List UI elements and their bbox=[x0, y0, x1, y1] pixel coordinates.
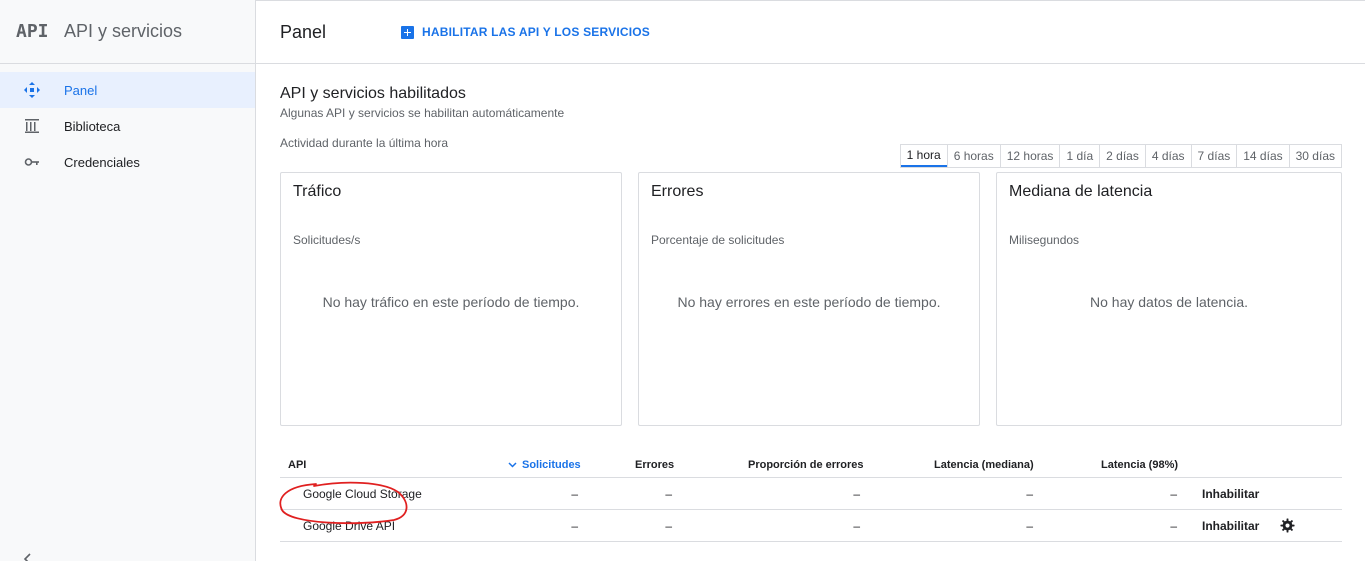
sidebar-header: API API y servicios bbox=[0, 0, 255, 64]
column-header-requests[interactable]: Solicitudes bbox=[508, 459, 581, 471]
card-subtitle: Milisegundos bbox=[1009, 233, 1080, 247]
card-title: Mediana de latencia bbox=[1009, 183, 1153, 200]
key-icon bbox=[24, 154, 40, 170]
library-icon bbox=[24, 118, 40, 134]
api-logo: API bbox=[16, 21, 49, 42]
column-header-api[interactable]: API bbox=[288, 459, 306, 471]
table-header: API Solicitudes Errores Proporción de er… bbox=[280, 456, 1342, 478]
latency-98-value: – bbox=[1170, 487, 1177, 501]
sort-desc-icon bbox=[508, 462, 517, 468]
disable-button[interactable]: Inhabilitar bbox=[1202, 519, 1259, 533]
range-2d-button[interactable]: 2 días bbox=[1099, 145, 1145, 167]
sidebar-item-panel[interactable]: Panel bbox=[0, 72, 255, 108]
latency-98-value: – bbox=[1170, 519, 1177, 533]
range-1d-button[interactable]: 1 día bbox=[1059, 145, 1099, 167]
section-subtitle: Algunas API y servicios se habilitan aut… bbox=[280, 106, 565, 120]
section-title: API y servicios habilitados bbox=[280, 85, 466, 102]
dashboard-icon bbox=[24, 82, 40, 98]
column-header-latency-98[interactable]: Latencia (98%) bbox=[1101, 459, 1178, 471]
main-content: API y servicios habilitados Algunas API … bbox=[279, 64, 1342, 542]
page-title: Panel bbox=[280, 21, 327, 42]
sidebar-item-label: Biblioteca bbox=[64, 118, 121, 134]
range-6h-button[interactable]: 6 horas bbox=[946, 145, 1000, 167]
card-title: Errores bbox=[651, 183, 704, 200]
errors-card: Errores Porcentaje de solicitudes No hay… bbox=[638, 172, 980, 426]
sidebar-item-biblioteca[interactable]: Biblioteca bbox=[0, 108, 255, 144]
card-subtitle: Solicitudes/s bbox=[293, 233, 361, 247]
enable-apis-button[interactable]: HABILITAR LAS API Y LOS SERVICIOS bbox=[401, 25, 650, 39]
card-title: Tráfico bbox=[293, 183, 342, 200]
error-ratio-value: – bbox=[853, 487, 860, 501]
card-empty-message: No hay tráfico en este período de tiempo… bbox=[322, 294, 580, 310]
metric-cards: Tráfico Solicitudes/s No hay tráfico en … bbox=[280, 172, 1342, 426]
card-empty-message: No hay errores en este período de tiempo… bbox=[677, 294, 941, 310]
activity-label: Actividad durante la última hora bbox=[280, 136, 449, 150]
range-12h-button[interactable]: 12 horas bbox=[999, 145, 1060, 167]
errors-value: – bbox=[665, 519, 672, 533]
api-table: API Solicitudes Errores Proporción de er… bbox=[279, 456, 1342, 542]
error-ratio-value: – bbox=[853, 519, 860, 533]
sidebar-item-label: Panel bbox=[64, 82, 98, 98]
sidebar-item-credenciales[interactable]: Credenciales bbox=[0, 144, 255, 180]
plus-box-icon bbox=[401, 25, 415, 39]
disable-button[interactable]: Inhabilitar bbox=[1202, 487, 1259, 501]
sidebar: API API y servicios Panel Biblioteca Cre… bbox=[0, 0, 256, 561]
range-7d-button[interactable]: 7 días bbox=[1190, 145, 1237, 167]
latency-median-value: – bbox=[1026, 519, 1033, 533]
range-4d-button[interactable]: 4 días bbox=[1144, 145, 1191, 167]
column-header-errors[interactable]: Errores bbox=[635, 459, 674, 471]
top-bar: Panel HABILITAR LAS API Y LOS SERVICIOS bbox=[256, 0, 1365, 64]
column-header-error-ratio[interactable]: Proporción de errores bbox=[748, 459, 864, 471]
collapse-sidebar-icon[interactable] bbox=[22, 553, 34, 561]
sidebar-item-label: Credenciales bbox=[64, 154, 140, 170]
traffic-card: Tráfico Solicitudes/s No hay tráfico en … bbox=[280, 172, 622, 426]
range-30d-button[interactable]: 30 días bbox=[1288, 145, 1341, 167]
sidebar-title: API y servicios bbox=[64, 21, 183, 41]
activity-row: Actividad durante la última hora 1 hora … bbox=[280, 136, 1342, 168]
card-subtitle: Porcentaje de solicitudes bbox=[651, 233, 785, 247]
sidebar-nav: Panel Biblioteca Credenciales bbox=[0, 72, 255, 180]
range-1h-button[interactable]: 1 hora bbox=[900, 145, 947, 167]
table-row[interactable]: Google Cloud Storage – – – – – Inhabilit… bbox=[280, 478, 1342, 510]
range-14d-button[interactable]: 14 días bbox=[1236, 145, 1288, 167]
card-empty-message: No hay datos de latencia. bbox=[1090, 294, 1248, 310]
requests-value: – bbox=[571, 519, 578, 533]
requests-value: – bbox=[571, 487, 578, 501]
table-row[interactable]: Google Drive API – – – – – Inhabilitar bbox=[280, 510, 1342, 542]
gear-icon[interactable] bbox=[1280, 518, 1295, 533]
api-name-link[interactable]: Google Drive API bbox=[303, 519, 395, 533]
latency-card: Mediana de latencia Milisegundos No hay … bbox=[996, 172, 1342, 426]
column-header-latency-median[interactable]: Latencia (mediana) bbox=[934, 459, 1034, 471]
time-range-selector: 1 hora 6 horas 12 horas 1 día 2 días 4 d… bbox=[899, 144, 1342, 168]
latency-median-value: – bbox=[1026, 487, 1033, 501]
errors-value: – bbox=[665, 487, 672, 501]
api-name-link[interactable]: Google Cloud Storage bbox=[303, 487, 422, 501]
enable-apis-label: HABILITAR LAS API Y LOS SERVICIOS bbox=[422, 25, 651, 39]
column-header-label: Solicitudes bbox=[522, 459, 581, 471]
